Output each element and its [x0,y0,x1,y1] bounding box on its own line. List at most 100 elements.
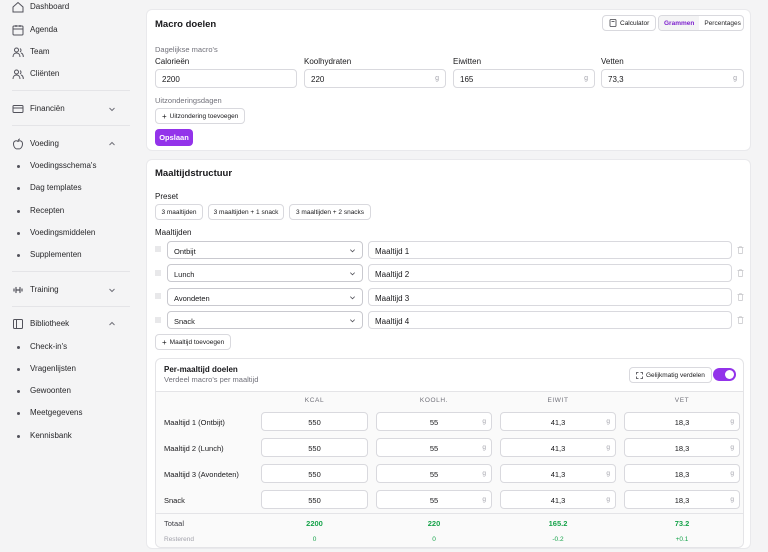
protein-input[interactable]: 41,3 g [500,490,616,509]
sidebar-subitem-questionnaires[interactable]: Vragenlijsten [0,358,130,380]
sidebar-subitem-foods[interactable]: Voedingsmiddelen [0,222,130,244]
preset-3-meals-1-snack-button[interactable]: 3 maaltijden + 1 snack [208,204,284,220]
sidebar-item-dashboard[interactable]: Dashboard [0,0,130,18]
fat-input[interactable]: 73,3 g [601,69,744,88]
kcal-input[interactable]: 550 [261,464,368,483]
sidebar-item-nutrition[interactable]: Voeding [0,133,130,155]
fat-input[interactable]: 18,3 g [624,412,740,431]
sidebar-subitem-nutrition-schemas[interactable]: Voedingsschema's [0,155,130,177]
protein-input[interactable]: 41,3 g [500,438,616,457]
fat-input[interactable]: 18,3 g [624,464,740,483]
sidebar-item-agenda[interactable]: Agenda [0,19,130,41]
meal-name-input[interactable]: Maaltijd 1 [368,241,732,259]
sidebar-subitem-measurements[interactable]: Meetgegevens [0,402,130,424]
trash-icon[interactable] [737,269,744,277]
trash-icon[interactable] [737,316,744,324]
sidebar-item-library[interactable]: Bibliotheek [0,313,130,335]
protein-input[interactable]: 165 g [453,69,595,88]
unit-label: g [606,470,610,477]
meal-type-select[interactable]: Lunch [167,264,363,282]
drag-handle-icon[interactable] [155,246,161,252]
trash-icon[interactable] [737,293,744,301]
add-exception-button[interactable]: + Uitzondering toevoegen [155,108,246,124]
remaining-kcal: 0 [312,536,317,543]
divider [12,271,130,272]
sidebar-item-finance[interactable]: Financiën [0,98,130,120]
per-meal-toggle[interactable] [713,368,736,381]
unit-label: g [482,418,486,425]
kcal-input[interactable]: 550 [261,438,368,457]
drag-handle-icon[interactable] [155,293,161,299]
cell-value: 550 [308,418,321,427]
sidebar-item-team[interactable]: Team [0,41,130,63]
carbs-input[interactable]: 220 g [304,69,446,88]
sidebar-label: Check-in's [30,342,68,351]
mode-grams-option[interactable]: Grammen [659,16,700,30]
cell-value: 18,3 [674,496,690,505]
meal-name-input[interactable]: Maaltijd 2 [368,264,732,282]
carbs-input[interactable]: 55 g [376,464,492,483]
carbs-input[interactable]: 55 g [376,438,492,457]
bullet [17,390,20,393]
drag-handle-icon[interactable] [155,317,161,323]
protein-input[interactable]: 41,3 g [500,412,616,431]
trash-icon[interactable] [737,246,744,254]
meal-type-select[interactable]: Snack [167,311,363,329]
divider [12,125,130,126]
bullet [17,412,20,415]
remaining-carbs: 0 [432,536,436,543]
meal-row-label: Maaltijd 1 (Ontbijt) [164,418,225,427]
sidebar-label: Dashboard [30,2,70,11]
card-title: Maaltijdstructuur [155,168,233,179]
protein-input[interactable]: 41,3 g [500,464,616,483]
save-button[interactable]: Opslaan [155,129,193,146]
drag-handle-icon[interactable] [155,270,161,276]
carbs-input[interactable]: 55 g [376,490,492,509]
distribute-evenly-button[interactable]: Gelijkmatig verdelen [629,367,712,383]
preset-3-meals-2-snacks-button[interactable]: 3 maaltijden + 2 snacks [289,204,371,220]
sidebar-subitem-habits[interactable]: Gewoonten [0,380,130,402]
carbs-input[interactable]: 55 g [376,412,492,431]
bullet [17,346,20,349]
column-header-fat: VET [674,397,690,404]
team-icon [12,47,24,58]
unit-label: g [730,470,734,477]
unit-label: g [730,418,734,425]
meal-type-select[interactable]: Ontbijt [167,241,363,259]
cell-value: 55 [429,418,439,427]
sidebar-subitem-supplements[interactable]: Supplementen [0,244,130,266]
total-protein: 165.2 [548,519,568,528]
calories-input[interactable]: 2200 [155,69,297,88]
panel-subtitle: Verdeel macro's per maaltijd [164,375,259,384]
unit-label: g [730,496,734,503]
calculator-button[interactable]: Calculator [602,15,657,31]
sidebar-subitem-checkins[interactable]: Check-in's [0,336,130,358]
sidebar-subitem-recipes[interactable]: Recepten [0,200,130,222]
bullet [17,435,20,438]
library-icon [13,319,23,329]
unit-label: g [482,496,486,503]
unit-label: g [606,444,610,451]
remaining-label: Resterend [164,536,194,543]
meal-row-label: Maaltijd 3 (Avondeten) [164,470,239,479]
fat-input[interactable]: 18,3 g [624,490,740,509]
cell-value: 55 [429,496,439,505]
meal-name-input[interactable]: Maaltijd 4 [368,311,732,329]
sidebar-item-clients[interactable]: Cliënten [0,63,130,85]
sidebar-label: Voedingsschema's [30,161,97,170]
kcal-input[interactable]: 550 [261,412,368,431]
remaining-fat: +0.1 [675,536,689,543]
sidebar-subitem-knowledge-base[interactable]: Kennisbank [0,425,130,447]
fat-input[interactable]: 18,3 g [624,438,740,457]
sidebar-subitem-day-templates[interactable]: Dag templates [0,177,130,199]
sidebar-item-training[interactable]: Training [0,279,130,301]
cell-value: 41,3 [550,444,566,453]
meal-name-input[interactable]: Maaltijd 3 [368,288,732,306]
kcal-input[interactable]: 550 [261,490,368,509]
toggle-knob [725,370,734,379]
add-meal-button[interactable]: + Maaltijd toevoegen [155,334,232,350]
per-meal-goals-panel: Per-maaltijd doelen Verdeel macro's per … [155,358,744,548]
preset-3-meals-button[interactable]: 3 maaltijden [155,204,203,220]
mode-percent-option[interactable]: Percentages [699,16,743,30]
meal-type-select[interactable]: Avondeten [167,288,363,306]
